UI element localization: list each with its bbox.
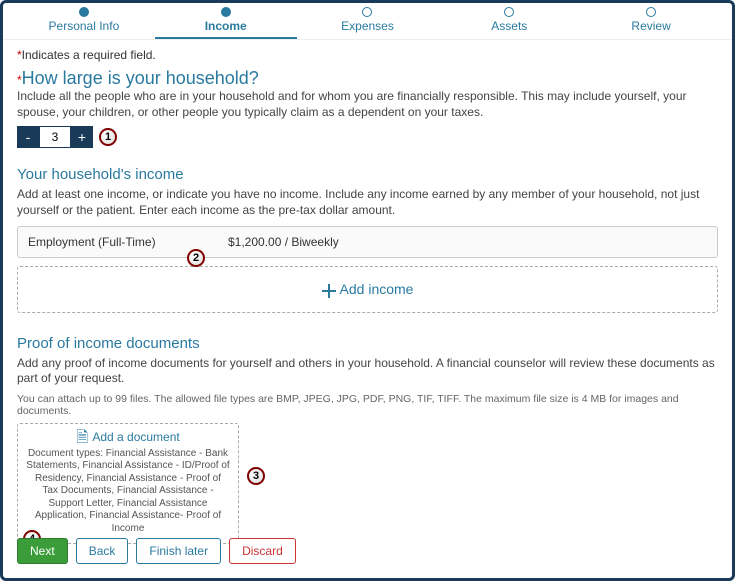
progress-bar: Personal Info Income Expenses Assets Rev… — [3, 3, 732, 40]
callout-3: 3 — [247, 467, 265, 485]
progress-step-assets[interactable]: Assets — [438, 7, 580, 39]
household-size-input[interactable] — [39, 126, 71, 148]
progress-step-expenses[interactable]: Expenses — [297, 7, 439, 39]
increase-button[interactable]: + — [71, 126, 93, 148]
proof-section-helper: Add any proof of income documents for yo… — [17, 356, 718, 387]
income-row[interactable]: Employment (Full-Time) $1,200.00 / Biwee… — [17, 226, 718, 258]
back-button[interactable]: Back — [76, 538, 129, 564]
progress-step-personal-info[interactable]: Personal Info — [13, 7, 155, 39]
document-types-text: Document types: Financial Assistance - B… — [26, 448, 230, 536]
callout-2: 2 — [187, 249, 205, 267]
decrease-button[interactable]: - — [17, 126, 39, 148]
income-type: Employment (Full-Time) — [28, 235, 228, 249]
proof-section-title: Proof of income documents — [17, 335, 718, 352]
income-section-title: Your household's income — [17, 166, 718, 183]
discard-button[interactable]: Discard — [229, 538, 296, 564]
add-document-link[interactable]: 🗎 Add a document — [26, 430, 230, 445]
household-size-title: How large is your household? — [22, 68, 259, 88]
plus-icon — [322, 284, 336, 298]
document-dropzone[interactable]: 🗎 Add a document Document types: Financi… — [17, 423, 239, 545]
required-field-note: *Indicates a required field. — [17, 48, 718, 62]
next-button[interactable]: Next — [17, 538, 68, 564]
progress-step-income[interactable]: Income — [155, 7, 297, 39]
file-upload-rules: You can attach up to 99 files. The allow… — [17, 393, 718, 417]
finish-later-button[interactable]: Finish later — [136, 538, 221, 564]
callout-1: 1 — [99, 128, 117, 146]
income-amount: $1,200.00 / Biweekly — [228, 235, 339, 249]
income-section-helper: Add at least one income, or indicate you… — [17, 187, 718, 218]
household-size-helper: Include all the people who are in your h… — [17, 89, 718, 120]
household-size-stepper: - + 1 — [17, 126, 718, 148]
add-income-button[interactable]: Add income — [17, 266, 718, 312]
form-button-row: Next Back Finish later Discard — [3, 530, 310, 572]
document-icon: 🗎 — [76, 430, 88, 445]
progress-step-review[interactable]: Review — [580, 7, 722, 39]
